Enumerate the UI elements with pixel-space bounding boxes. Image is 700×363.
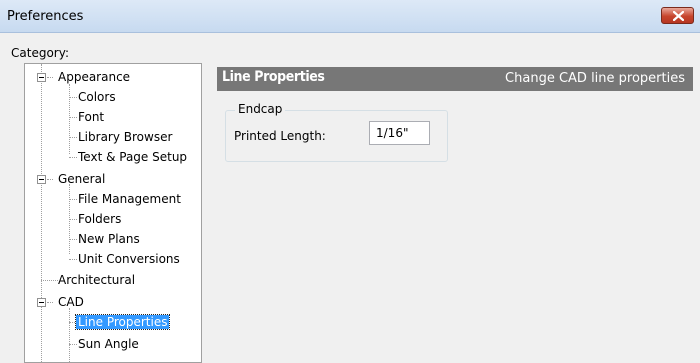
tree-item-text-page-setup[interactable]: Text & Page Setup [78, 147, 187, 167]
tree-connector [69, 199, 77, 200]
tree-item-label: Library Browser [78, 130, 173, 144]
panel-header: Line Properties Change CAD line properti… [217, 67, 693, 91]
category-tree[interactable]: Appearance Colors Font Library Browser T… [24, 63, 202, 363]
tree-item-label: Unit Conversions [78, 252, 180, 266]
category-label: Category: [11, 46, 69, 60]
tree-connector [69, 157, 77, 158]
tree-connector [47, 302, 53, 303]
panel-subtitle: Change CAD line properties [505, 71, 685, 86]
tree-item-label: Font [78, 110, 105, 124]
tree-item-sun-angle[interactable]: Sun Angle [78, 334, 139, 354]
tree-item-colors[interactable]: Colors [78, 87, 116, 107]
tree-item-appearance[interactable]: Appearance [58, 67, 130, 87]
tree-connector [47, 77, 53, 78]
window-title: Preferences [7, 9, 84, 24]
collapse-toggle-icon[interactable] [37, 73, 46, 82]
tree-connector [69, 344, 77, 345]
collapse-toggle-icon[interactable] [37, 298, 46, 307]
endcap-group-legend: Endcap [235, 102, 286, 116]
tree-connector [47, 179, 53, 180]
tree-item-general[interactable]: General [58, 169, 105, 189]
tree-connector [69, 219, 77, 220]
tree-item-folders[interactable]: Folders [78, 209, 121, 229]
printed-length-input[interactable] [369, 121, 430, 145]
close-icon [673, 11, 684, 21]
panel-title: Line Properties [222, 69, 325, 85]
tree-item-label: Text & Page Setup [78, 150, 188, 164]
tree-item-library-browser[interactable]: Library Browser [78, 127, 172, 147]
tree-item-font[interactable]: Font [78, 107, 104, 127]
printed-length-label: Printed Length: [234, 129, 326, 143]
tree-item-label: CAD [58, 295, 84, 309]
tree-item-label: General [58, 172, 106, 186]
tree-connector [69, 259, 77, 260]
tree-item-label: Sun Angle [78, 337, 139, 351]
tree-item-new-plans[interactable]: New Plans [78, 229, 140, 249]
tree-item-label: Colors [78, 90, 116, 104]
tree-connector [69, 117, 77, 118]
tree-connector [69, 137, 77, 138]
tree-item-label: Appearance [58, 70, 131, 84]
tree-connector [69, 84, 70, 154]
tree-item-line-properties[interactable]: Line Properties [74, 312, 171, 332]
tree-item-label: Folders [78, 212, 122, 226]
tree-item-label: File Management [78, 192, 181, 206]
close-button[interactable] [661, 7, 694, 24]
tree-item-file-management[interactable]: File Management [78, 189, 181, 209]
tree-item-architectural[interactable]: Architectural [58, 270, 135, 290]
tree-item-label: New Plans [78, 232, 140, 246]
tree-connector [69, 239, 77, 240]
tree-item-unit-conversions[interactable]: Unit Conversions [78, 249, 180, 269]
tree-connector [69, 308, 70, 362]
tree-connector [41, 64, 42, 362]
tree-item-label: Line Properties [74, 314, 171, 330]
title-bar: Preferences [0, 0, 700, 33]
tree-connector [69, 97, 77, 98]
tree-connector [41, 280, 58, 281]
collapse-toggle-icon[interactable] [37, 175, 46, 184]
tree-item-cad[interactable]: CAD [58, 292, 84, 312]
tree-item-label: Architectural [58, 273, 136, 287]
